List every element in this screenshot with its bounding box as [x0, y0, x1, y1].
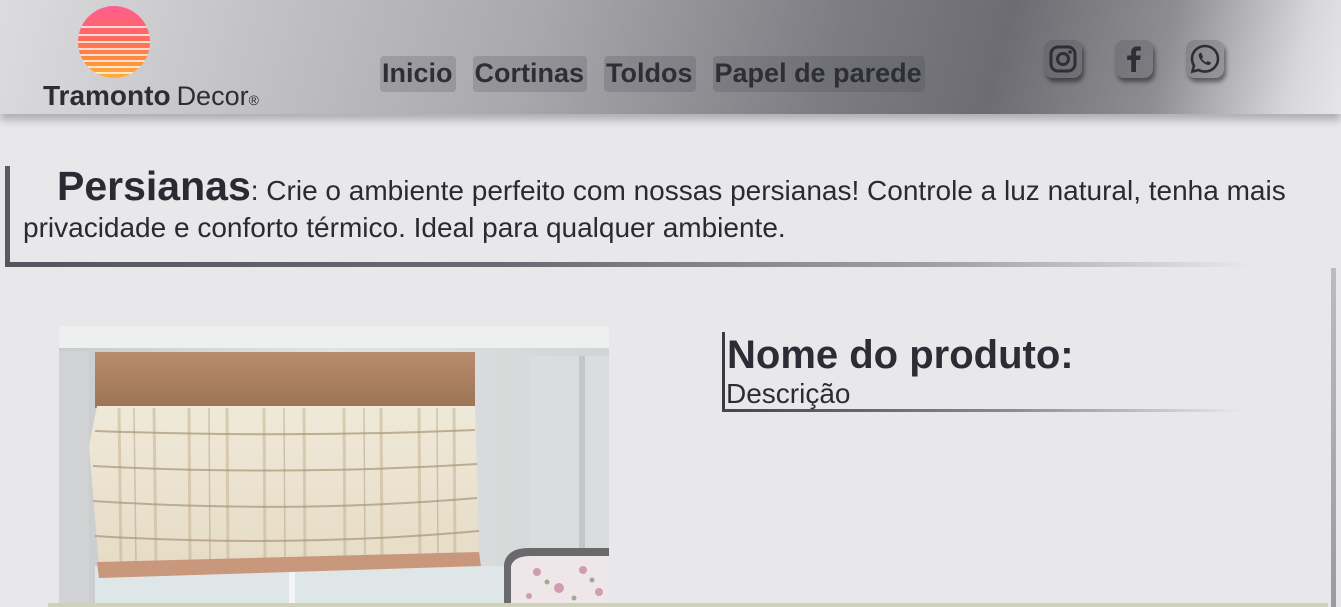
logo-text: Tramonto Decor®: [43, 80, 259, 112]
nav-item-inicio[interactable]: Inicio: [380, 56, 456, 92]
main-nav: Inicio Cortinas Toldos Papel de parede: [380, 56, 925, 92]
facebook-icon: [1127, 46, 1141, 72]
footer-divider: [48, 603, 1328, 607]
right-divider: [1331, 268, 1336, 607]
nav-item-papel-de-parede[interactable]: Papel de parede: [712, 56, 925, 92]
brand-name: Tramonto: [43, 80, 171, 111]
intro-paragraph: Persianas: Crie o ambiente perfeito com …: [23, 166, 1323, 246]
product-info: Nome do produto: Descrição: [722, 332, 1262, 414]
facebook-button[interactable]: [1115, 40, 1153, 78]
product-name: Nome do produto:: [727, 333, 1074, 377]
product-description: Descrição: [726, 378, 851, 409]
intro-divider: [5, 262, 1250, 267]
product-info-border: [722, 332, 725, 412]
sunset-stripes-logo-icon: [78, 6, 150, 78]
social-links: [1044, 40, 1224, 78]
logo[interactable]: Tramonto Decor®: [40, 4, 300, 112]
roman-blind-photo: [59, 326, 609, 607]
whatsapp-button[interactable]: [1186, 40, 1224, 78]
brand-sub: Decor: [176, 81, 249, 111]
nav-item-toldos[interactable]: Toldos: [604, 56, 696, 92]
whatsapp-icon: [1190, 44, 1220, 74]
product-info-underline: [722, 409, 1242, 412]
instagram-icon: [1049, 45, 1077, 73]
site-header: Tramonto Decor® Inicio Cortinas Toldos Pa…: [0, 0, 1341, 114]
nav-item-cortinas[interactable]: Cortinas: [472, 56, 588, 92]
instagram-button[interactable]: [1044, 40, 1082, 78]
registered-mark: ®: [248, 92, 259, 108]
section-title: Persianas: [57, 163, 251, 209]
intro-section: Persianas: Crie o ambiente perfeito com …: [5, 166, 1335, 267]
